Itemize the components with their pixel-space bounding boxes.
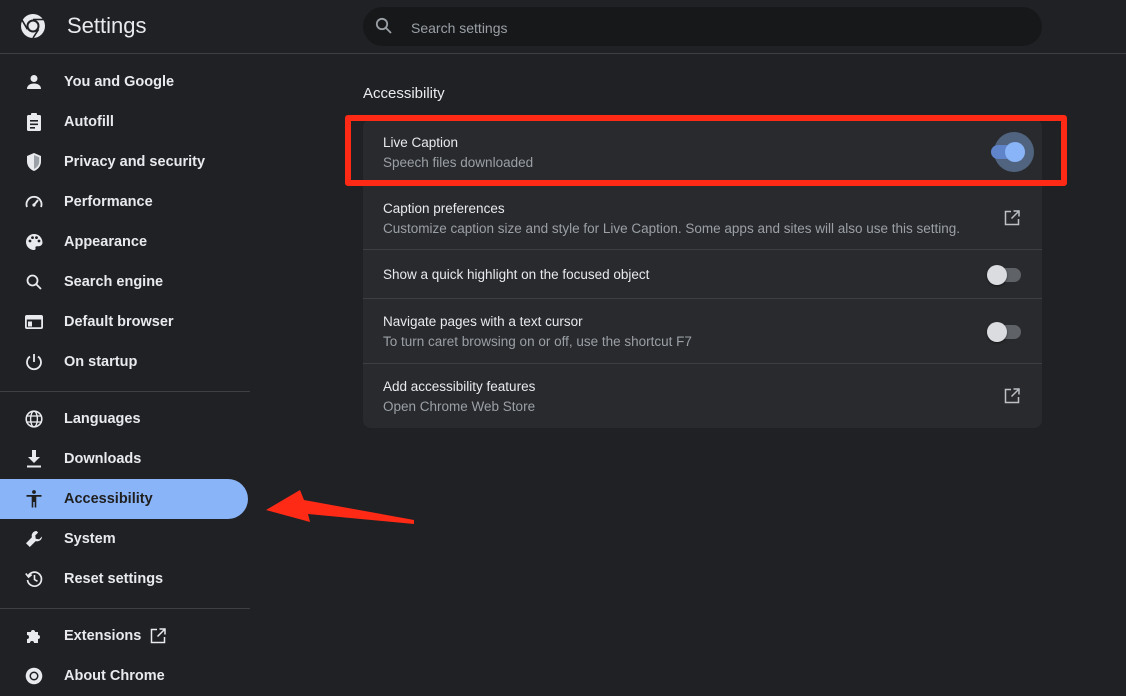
setting-subtitle: Speech files downloaded	[383, 155, 534, 170]
toggle-knob	[987, 265, 1007, 285]
setting-subtitle: Customize caption size and style for Liv…	[383, 221, 961, 236]
section-title: Accessibility	[363, 85, 445, 102]
sidebar-item-label: Default browser	[64, 314, 174, 330]
setting-title: Live Caption	[383, 135, 459, 150]
chrome-icon	[24, 667, 44, 685]
chrome-logo-icon	[21, 14, 45, 39]
sidebar-item-label: On startup	[64, 354, 138, 370]
sidebar-divider	[0, 608, 250, 609]
search-icon	[375, 17, 392, 34]
setting-title: Caption preferences	[383, 201, 505, 216]
palette-icon	[24, 233, 44, 251]
sidebar-item-search-engine[interactable]: Search engine	[0, 262, 248, 302]
toggle-knob	[1005, 142, 1025, 162]
puzzle-icon	[24, 627, 44, 645]
caret-browsing-toggle[interactable]	[987, 322, 1021, 342]
history-icon	[24, 570, 44, 588]
search-bar[interactable]	[363, 7, 1042, 48]
sidebar-item-downloads[interactable]: Downloads	[0, 439, 248, 479]
sidebar-item-extensions[interactable]: Extensions	[0, 616, 248, 656]
sidebar-item-system[interactable]: System	[0, 519, 248, 559]
sidebar-item-on-startup[interactable]: On startup	[0, 342, 248, 382]
sidebar-item-default-browser[interactable]: Default browser	[0, 302, 248, 342]
sidebar-item-you-and-google[interactable]: You and Google	[0, 62, 248, 102]
external-link-icon[interactable]	[1004, 210, 1020, 226]
setting-row-add-accessibility-features[interactable]: Add accessibility features Open Chrome W…	[363, 363, 1042, 428]
sidebar-item-label: Accessibility	[64, 491, 153, 507]
accessibility-icon	[24, 490, 44, 508]
sidebar-item-label: Downloads	[64, 451, 142, 467]
setting-subtitle: To turn caret browsing on or off, use th…	[383, 334, 692, 349]
sidebar-item-label: Search engine	[64, 274, 164, 290]
sidebar-item-autofill[interactable]: Autofill	[0, 102, 248, 142]
sidebar-item-about-chrome[interactable]: About Chrome	[0, 656, 248, 696]
external-link-icon[interactable]	[1004, 388, 1020, 404]
power-icon	[24, 353, 44, 371]
setting-title: Add accessibility features	[383, 379, 536, 394]
sidebar-item-label: Privacy and security	[64, 154, 206, 170]
search-input[interactable]	[409, 7, 1013, 48]
setting-subtitle: Open Chrome Web Store	[383, 399, 536, 414]
browser-window-icon	[24, 313, 44, 331]
search-icon	[24, 273, 44, 291]
setting-row-live-caption[interactable]: Live Caption Speech files downloaded	[363, 119, 1042, 184]
download-icon	[24, 450, 44, 468]
sidebar-item-performance[interactable]: Performance	[0, 182, 248, 222]
quick-highlight-toggle[interactable]	[987, 265, 1021, 285]
setting-row-caption-preferences[interactable]: Caption preferences Customize caption si…	[363, 184, 1042, 249]
sidebar-item-appearance[interactable]: Appearance	[0, 222, 248, 262]
sidebar-item-reset-settings[interactable]: Reset settings	[0, 559, 248, 599]
sidebar-item-privacy-and-security[interactable]: Privacy and security	[0, 142, 248, 182]
sidebar-item-label: Appearance	[64, 234, 148, 250]
sidebar-item-label: Autofill	[64, 114, 114, 130]
speedometer-icon	[24, 193, 44, 211]
sidebar-item-label: Extensions	[64, 628, 142, 644]
toggle-knob	[987, 322, 1007, 342]
setting-title: Show a quick highlight on the focused ob…	[383, 267, 650, 282]
person-icon	[24, 73, 44, 91]
external-link-icon	[150, 628, 166, 644]
live-caption-toggle[interactable]	[991, 142, 1025, 162]
sidebar-item-languages[interactable]: Languages	[0, 399, 248, 439]
sidebar-item-label: System	[64, 531, 116, 547]
sidebar-item-label: About Chrome	[64, 668, 165, 684]
accessibility-settings-card: Live Caption Speech files downloaded Cap…	[363, 119, 1042, 428]
top-bar: Settings	[0, 0, 1126, 54]
sidebar-item-accessibility[interactable]: Accessibility	[0, 479, 248, 519]
globe-icon	[24, 410, 44, 428]
sidebar-item-label: Performance	[64, 194, 153, 210]
setting-row-quick-highlight[interactable]: Show a quick highlight on the focused ob…	[363, 249, 1042, 298]
sidebar: You and Google Autofill Privacy and secu…	[0, 54, 250, 687]
sidebar-item-label: You and Google	[64, 74, 175, 90]
shield-icon	[24, 153, 44, 171]
setting-title: Navigate pages with a text cursor	[383, 314, 583, 329]
annotation-arrow	[266, 490, 414, 524]
sidebar-item-label: Reset settings	[64, 571, 164, 587]
wrench-icon	[24, 530, 44, 548]
sidebar-divider	[0, 391, 250, 392]
sidebar-item-label: Languages	[64, 411, 141, 427]
page-title: Settings	[67, 13, 147, 38]
setting-row-caret-browsing[interactable]: Navigate pages with a text cursor To tur…	[363, 298, 1042, 363]
clipboard-icon	[24, 113, 44, 131]
